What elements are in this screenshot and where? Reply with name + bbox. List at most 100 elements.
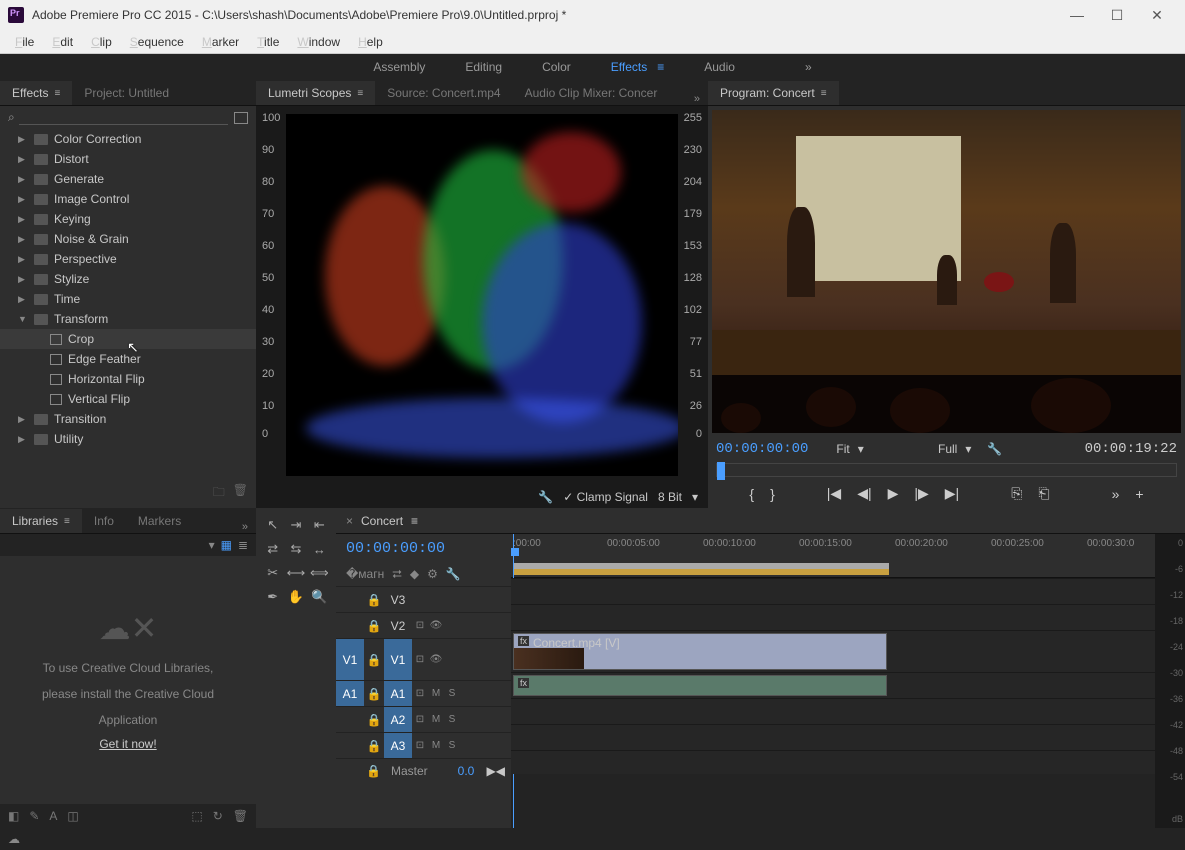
rate-stretch-tool[interactable]: ↔ [309,538,330,560]
panel-menu-icon[interactable]: ≡ [54,88,60,99]
list-view-icon[interactable]: ≣ [238,538,248,552]
add-button[interactable]: + [1135,486,1143,502]
linked-selection-icon[interactable]: ⮂ [392,567,402,582]
lock-icon[interactable]: 🔒 [366,764,381,778]
ws-color[interactable]: Color [542,60,571,74]
minimize-button[interactable]: — [1057,7,1097,23]
tree-item[interactable]: ▶Distort [0,149,256,169]
overflow-icon[interactable]: » [1112,486,1120,502]
track-v1[interactable]: V1🔒V1⊡👁 [336,638,511,680]
go-to-out-button[interactable]: ▶| [945,485,959,502]
timeline-tracks[interactable]: :00:00 00:00:05:00 00:00:10:00 00:00:15:… [511,534,1155,828]
menu-clip[interactable]: Clip [91,35,112,49]
menu-marker[interactable]: Marker [202,35,239,49]
playhead-icon[interactable] [717,462,725,480]
tree-item[interactable]: ▶Stylize [0,269,256,289]
maximize-button[interactable]: ☐ [1097,7,1137,24]
ws-assembly[interactable]: Assembly [373,60,425,74]
panel-menu-icon[interactable]: ≡ [357,88,363,99]
track-a2[interactable]: 🔒A2⊡MS [336,706,511,732]
ws-effects-menu-icon[interactable]: ≡ [657,60,664,74]
marker-icon[interactable]: ◆ [410,567,419,582]
program-timecode[interactable]: 00:00:00:00 [716,441,808,457]
tree-item[interactable]: ▶Noise & Grain [0,229,256,249]
get-it-now-link[interactable]: Get it now! [99,737,156,751]
grid-view-icon[interactable]: ▦ [221,538,232,552]
panel-menu-icon[interactable]: ≡ [821,88,827,99]
program-scrubber[interactable] [716,463,1177,477]
clip-video[interactable]: fxConcert.mp4 [V] [513,633,887,670]
mark-out-button[interactable]: } [770,486,775,502]
lift-button[interactable]: ⎘ [1011,485,1022,502]
ws-editing[interactable]: Editing [465,60,502,74]
go-to-in-button[interactable]: |◀ [827,485,841,502]
lock-icon[interactable]: 🔒 [364,687,384,701]
track-master[interactable]: 🔒Master0.0▶◀ [336,758,511,782]
track-row-a1[interactable]: fx [511,672,1155,698]
ripple-edit-tool[interactable]: ⇄ [262,538,283,560]
tab-project[interactable]: Project: Untitled [72,81,181,105]
tree-item[interactable]: ▶Color Correction [0,129,256,149]
sync-icon[interactable]: ↻ [213,809,223,823]
tree-item[interactable]: ▶Keying [0,209,256,229]
footer-icon[interactable]: A [49,809,57,823]
slide-tool[interactable]: ⟺ [309,562,330,584]
track-select-backward-tool[interactable]: ⇤ [309,514,330,536]
razor-tool[interactable]: ✂ [262,562,283,584]
clip-audio[interactable]: fx [513,675,887,696]
ws-overflow-icon[interactable]: » [805,60,812,74]
tab-audio-mixer[interactable]: Audio Clip Mixer: Concer [513,81,670,105]
wrench-icon[interactable]: 🔧 [538,490,553,504]
snap-icon[interactable]: �магн [346,567,384,582]
close-button[interactable]: ✕ [1137,7,1177,24]
program-video[interactable] [712,110,1181,433]
track-row-v1[interactable]: fxConcert.mp4 [V] [511,630,1155,672]
sync-lock-icon[interactable]: ⊡ [412,654,428,665]
wrench-icon[interactable]: 🔧 [987,442,1002,456]
eye-icon[interactable]: 👁 [428,654,444,665]
lock-icon[interactable]: 🔒 [364,739,384,753]
rolling-edit-tool[interactable]: ⇆ [285,538,306,560]
dropdown-icon[interactable]: ▾ [858,442,864,456]
tree-item[interactable]: ▶Transition [0,409,256,429]
menu-title[interactable]: Title [257,35,279,49]
tree-item[interactable]: ▶Time [0,289,256,309]
expand-icon[interactable]: ▶◀ [487,764,505,778]
track-row-master[interactable] [511,750,1155,774]
footer-icon[interactable]: ◧ [8,809,19,823]
effect-crop[interactable]: Crop [0,329,256,349]
tabs-overflow-icon[interactable]: » [694,93,700,105]
tab-effects[interactable]: Effects≡ [0,81,72,105]
trash-icon[interactable]: 🗑 [233,809,248,823]
menu-file[interactable]: File [15,35,34,49]
effect-horizontal-flip[interactable]: Horizontal Flip [0,369,256,389]
tab-lumetri[interactable]: Lumetri Scopes≡ [256,81,375,105]
zoom-tool[interactable]: 🔍 [309,586,330,608]
step-back-button[interactable]: ◀| [857,485,871,502]
mark-in-button[interactable]: { [749,486,754,502]
dropdown-icon[interactable]: ▾ [692,490,698,504]
track-a3[interactable]: 🔒A3⊡MS [336,732,511,758]
cc-status-icon[interactable]: ☁ [8,832,20,846]
effect-vertical-flip[interactable]: Vertical Flip [0,389,256,409]
track-a1[interactable]: A1🔒A1⊡MS [336,680,511,706]
tabs-overflow-icon[interactable]: » [242,521,248,533]
lock-icon[interactable]: 🔒 [364,619,384,633]
effect-edge-feather[interactable]: Edge Feather [0,349,256,369]
quality-select[interactable]: Full [938,442,957,456]
effects-search-input[interactable] [19,110,228,125]
footer-icon[interactable]: ◫ [67,809,78,823]
lock-icon[interactable]: 🔒 [364,653,384,667]
track-row-a3[interactable] [511,724,1155,750]
track-row-a2[interactable] [511,698,1155,724]
close-icon[interactable]: × [346,514,353,528]
extract-button[interactable]: ⎗ [1038,485,1049,502]
tree-item[interactable]: ▶Image Control [0,189,256,209]
footer-icon[interactable]: ✎ [29,809,39,823]
track-row-v2[interactable] [511,604,1155,630]
lock-icon[interactable]: 🔒 [364,713,384,727]
track-select-forward-tool[interactable]: ⇥ [285,514,306,536]
trash-icon[interactable]: 🗑 [233,483,248,504]
zoom-select[interactable]: Fit [836,442,849,456]
play-button[interactable]: ▶ [888,485,899,502]
